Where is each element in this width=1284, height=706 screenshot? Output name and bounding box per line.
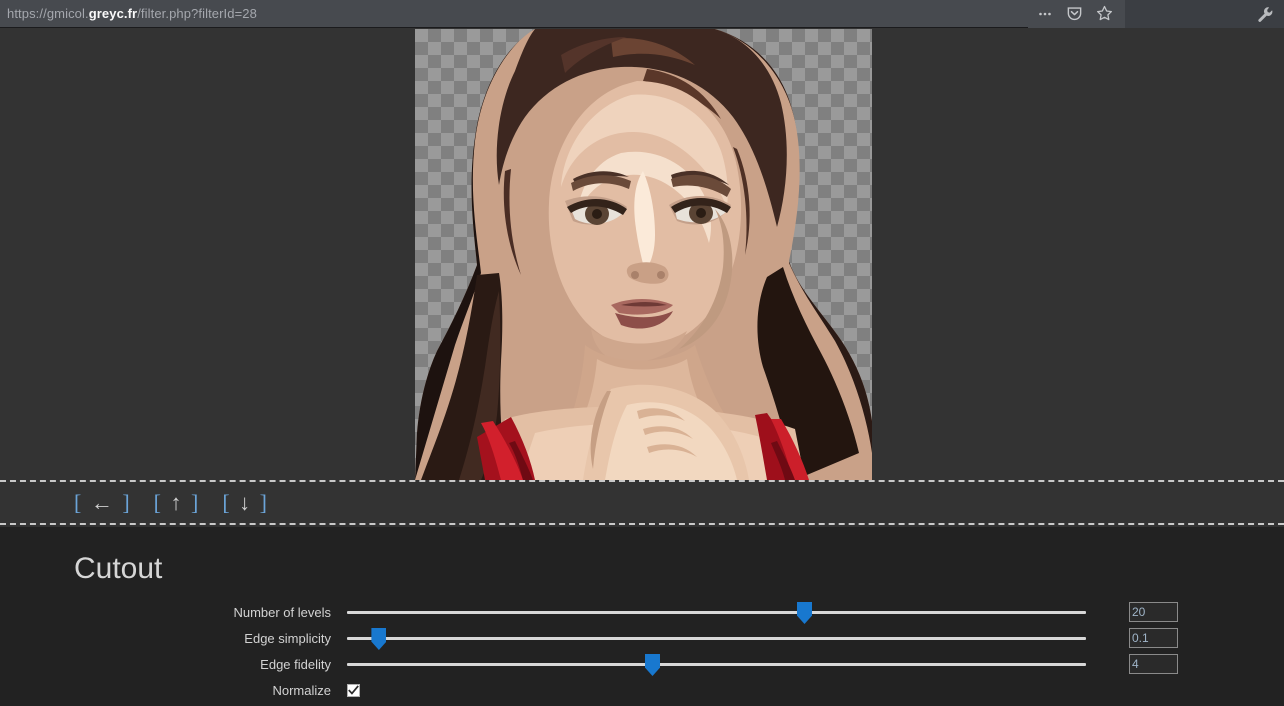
- filter-preview-image[interactable]: [415, 29, 872, 480]
- browser-toolbar: https://gmicol.greyc.fr/filter.php?filte…: [0, 0, 1284, 28]
- slider-track[interactable]: [347, 663, 1086, 666]
- param-slider-edge-simplicity[interactable]: [341, 625, 1101, 651]
- nav-down-link[interactable]: [ ↓ ]: [222, 490, 269, 516]
- slider-track[interactable]: [347, 611, 1086, 614]
- arrow-left-icon: ←: [90, 489, 115, 515]
- param-row-edge-fidelity: Edge fidelity: [0, 651, 1284, 677]
- star-icon[interactable]: [1092, 3, 1117, 25]
- param-value-edge-simplicity[interactable]: [1129, 628, 1178, 648]
- filter-parameters-panel: Cutout Number of levels Edge simplicity …: [0, 527, 1284, 706]
- slider-thumb[interactable]: [371, 628, 387, 650]
- portrait-illustration: [415, 29, 872, 480]
- page-title: Cutout: [74, 552, 163, 585]
- param-value-edge-fidelity[interactable]: [1129, 654, 1178, 674]
- url-prefix: https://gmicol.: [7, 6, 89, 21]
- param-row-edge-simplicity: Edge simplicity: [0, 625, 1284, 651]
- param-label-edge-fidelity: Edge fidelity: [260, 656, 331, 672]
- preview-area: [0, 29, 1284, 480]
- checkbox-normalize[interactable]: [347, 683, 360, 697]
- slider-thumb[interactable]: [797, 602, 812, 624]
- param-label-number-of-levels: Number of levels: [233, 604, 331, 620]
- ellipsis-icon[interactable]: [1032, 3, 1057, 25]
- param-slider-number-of-levels[interactable]: [341, 599, 1101, 625]
- param-row-normalize: Normalize: [0, 677, 1284, 703]
- checkmark-icon: [348, 684, 359, 695]
- arrow-up-icon: ↑: [170, 489, 184, 515]
- url-suffix: /filter.php?filterId=28: [137, 6, 257, 21]
- param-value-number-of-levels[interactable]: [1129, 602, 1178, 622]
- toolbar-spacer: [1125, 0, 1245, 28]
- arrow-down-icon: ↓: [239, 489, 253, 515]
- param-label-normalize: Normalize: [272, 682, 331, 698]
- pocket-icon[interactable]: [1062, 3, 1087, 25]
- nav-back-link[interactable]: [ ← ]: [74, 490, 132, 516]
- param-checkbox-normalize[interactable]: [341, 677, 1101, 703]
- address-bar[interactable]: https://gmicol.greyc.fr/filter.php?filte…: [0, 0, 1028, 28]
- parameter-list: Number of levels Edge simplicity Edge fi…: [0, 599, 1284, 703]
- param-label-edge-simplicity: Edge simplicity: [244, 630, 331, 646]
- param-slider-edge-fidelity[interactable]: [341, 651, 1101, 677]
- slider-track[interactable]: [347, 637, 1086, 640]
- filter-navigation-bar: [ ← ] [ ↑ ] [ ↓ ]: [0, 480, 1284, 525]
- address-bar-actions: [1028, 0, 1125, 28]
- nav-up-link[interactable]: [ ↑ ]: [154, 490, 201, 516]
- url-host: greyc.fr: [88, 6, 138, 21]
- slider-thumb[interactable]: [645, 654, 660, 676]
- wrench-icon[interactable]: [1245, 0, 1284, 28]
- url-text: https://gmicol.greyc.fr/filter.php?filte…: [7, 6, 257, 21]
- param-row-number-of-levels: Number of levels: [0, 599, 1284, 625]
